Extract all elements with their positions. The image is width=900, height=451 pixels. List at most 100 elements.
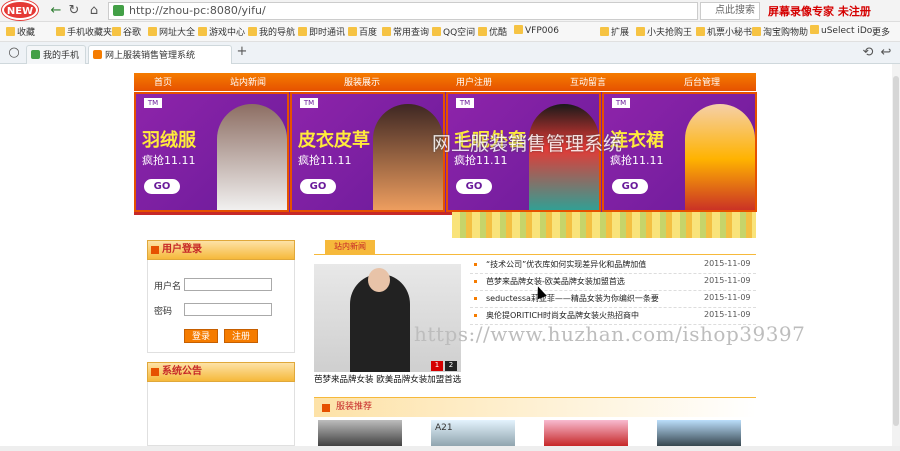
undo-icon[interactable]: ⟲	[860, 45, 876, 61]
watermark: https://www.huzhan.com/ishop39397	[414, 322, 806, 346]
bookmark-item[interactable]: 百度	[348, 25, 377, 38]
banner-down-jacket[interactable]: TM 羽绒服 疯抢11.11 GO	[134, 92, 289, 212]
banner-leather[interactable]: TM 皮衣皮草 疯抢11.11 GO	[290, 92, 445, 212]
bookmark-item[interactable]: 网址大全	[148, 25, 195, 38]
folder-icon	[248, 27, 257, 36]
username-label: 用户名	[154, 282, 182, 292]
nav-admin[interactable]: 后台管理	[684, 75, 720, 88]
tmall-logo: TM	[300, 98, 318, 108]
promo-banner: TM 羽绒服 疯抢11.11 GO TM 皮衣皮草 疯抢11.11 GO TM …	[134, 92, 757, 212]
folder-icon	[198, 27, 207, 36]
folder-icon	[514, 25, 523, 34]
bookmark-item[interactable]: 常用查询	[382, 25, 429, 38]
bookmark-item[interactable]: 收藏	[6, 25, 35, 38]
recommend-item[interactable]	[318, 420, 402, 446]
news-item[interactable]: “技术公司”优衣库如何实现差异化和品牌加值 2015-11-09	[470, 257, 756, 274]
recommend-item[interactable]	[544, 420, 628, 446]
site-nav: 首页 站内新闻 服装展示 用户注册 互动留言 后台管理	[134, 73, 756, 91]
folder-icon	[348, 27, 357, 36]
folder-icon	[56, 27, 65, 36]
go-button[interactable]: GO	[612, 179, 648, 194]
tab-my-phone[interactable]: 我的手机	[26, 45, 87, 64]
back-icon[interactable]: ←	[48, 3, 64, 19]
back-tab-icon[interactable]: ↩	[878, 45, 894, 61]
search-input[interactable]: 点此搜索	[700, 2, 760, 20]
slide-page-2[interactable]: 2	[445, 361, 457, 371]
go-button[interactable]: GO	[456, 179, 492, 194]
news-title[interactable]: 芭梦来品牌女装-欧美品牌女装加盟首选	[486, 276, 696, 287]
go-button[interactable]: GO	[300, 179, 336, 194]
bookmark-item[interactable]: 我的导航	[248, 25, 295, 38]
scrollbar-thumb[interactable]	[893, 76, 899, 426]
folder-icon	[636, 27, 645, 36]
recommend-item[interactable]: A21	[431, 420, 515, 446]
reload-icon[interactable]: ↻	[66, 3, 82, 19]
username-input[interactable]	[184, 278, 272, 291]
page-icon	[93, 50, 102, 59]
folder-icon	[382, 27, 391, 36]
bookmark-item[interactable]: 优酷	[478, 25, 507, 38]
bookmark-item[interactable]: 即时通讯	[298, 25, 345, 38]
recorder-label: 屏幕录像专家 未注册	[768, 5, 871, 18]
login-panel: 用户登录 用户名 密码 登录 注册	[147, 240, 295, 353]
nav-home[interactable]: 首页	[154, 75, 172, 88]
nav-news[interactable]: 站内新闻	[230, 75, 266, 88]
news-title[interactable]: “技术公司”优衣库如何实现差异化和品牌加值	[486, 259, 696, 270]
bookmark-item[interactable]: QQ空间	[432, 25, 475, 38]
nav-register[interactable]: 用户注册	[456, 75, 492, 88]
bookmarks-bar: 收藏 手机收藏夹 谷歌 网址大全 游戏中心 我的导航 即时通讯 百度 常用查询 …	[0, 22, 900, 42]
bookmark-item[interactable]: 谷歌	[112, 25, 141, 38]
bookmark-item[interactable]: 机票小秘书	[696, 25, 752, 38]
bookmark-item[interactable]: 更多	[872, 25, 890, 38]
url-input[interactable]: http://zhou-pc:8080/yifu/	[108, 2, 698, 20]
banner-promo: 疯抢11.11	[298, 154, 352, 167]
tmall-logo: TM	[144, 98, 162, 108]
new-tab-button[interactable]: +	[234, 44, 250, 60]
news-photo-caption[interactable]: 芭梦来品牌女装 欧美品牌女装加盟首选	[314, 373, 464, 385]
nav-clothes[interactable]: 服装展示	[344, 75, 380, 88]
brand-tag: A21	[435, 423, 453, 433]
tmall-logo: TM	[612, 98, 630, 108]
news-tab[interactable]: 站内新闻	[325, 240, 375, 254]
banner-dress[interactable]: TM 连衣裙 疯抢11.11 GO	[602, 92, 757, 212]
password-input[interactable]	[184, 303, 272, 316]
go-button[interactable]: GO	[144, 179, 180, 194]
folder-icon	[810, 25, 819, 34]
slide-page-1[interactable]: 1	[431, 361, 443, 371]
news-item[interactable]: seductessa莉亚菲——精品女装为你编织一条要 2015-11-09	[470, 291, 756, 308]
model-image	[373, 104, 443, 210]
news-date: 2015-11-09	[704, 276, 751, 285]
home-icon[interactable]: ⌂	[86, 3, 102, 19]
web-page: 首页 站内新闻 服装展示 用户注册 互动留言 后台管理 TM 羽绒服 疯抢11.…	[0, 64, 892, 446]
nav-messages[interactable]: 互动留言	[570, 75, 606, 88]
folder-icon	[696, 27, 705, 36]
register-button[interactable]: 注册	[224, 329, 258, 343]
bullet-icon	[474, 314, 477, 317]
tab-current-site[interactable]: 网上服装销售管理系统	[88, 45, 232, 64]
model-image	[685, 104, 755, 210]
news-item[interactable]: 芭梦来品牌女装-欧美品牌女装加盟首选 2015-11-09	[470, 274, 756, 291]
banner-category: 皮衣皮草	[298, 130, 370, 151]
recommend-item[interactable]	[657, 420, 741, 446]
model-image	[217, 104, 287, 210]
bookmark-item[interactable]: 扩展	[600, 25, 629, 38]
star-icon	[6, 27, 15, 36]
site-title: 网上服装销售管理系统	[432, 133, 623, 155]
bookmark-item[interactable]: 淘宝购物助	[752, 25, 808, 38]
bookmark-item[interactable]: 手机收藏夹	[56, 25, 112, 38]
news-title[interactable]: seductessa莉亚菲——精品女装为你编织一条要	[486, 293, 696, 304]
secure-icon	[113, 5, 124, 16]
bookmark-item[interactable]: 小夫抢购王	[636, 25, 692, 38]
news-title[interactable]: 奥伦提ORITICH时尚女品牌女装火热招商中	[486, 310, 696, 321]
bookmark-item[interactable]: uSelect iDo	[810, 25, 872, 36]
news-photo[interactable]: 1 2	[314, 264, 461, 372]
refresh-icon[interactable]: ○	[6, 45, 22, 61]
login-heading: 用户登录	[147, 240, 295, 260]
bookmark-item[interactable]: 游戏中心	[198, 25, 245, 38]
bookmark-item[interactable]: VFP006	[514, 25, 559, 36]
folder-icon	[752, 27, 761, 36]
recommend-heading: 服装推荐	[314, 397, 756, 417]
news-date: 2015-11-09	[704, 310, 751, 319]
horizontal-scrollbar[interactable]	[0, 446, 900, 451]
login-button[interactable]: 登录	[184, 329, 218, 343]
